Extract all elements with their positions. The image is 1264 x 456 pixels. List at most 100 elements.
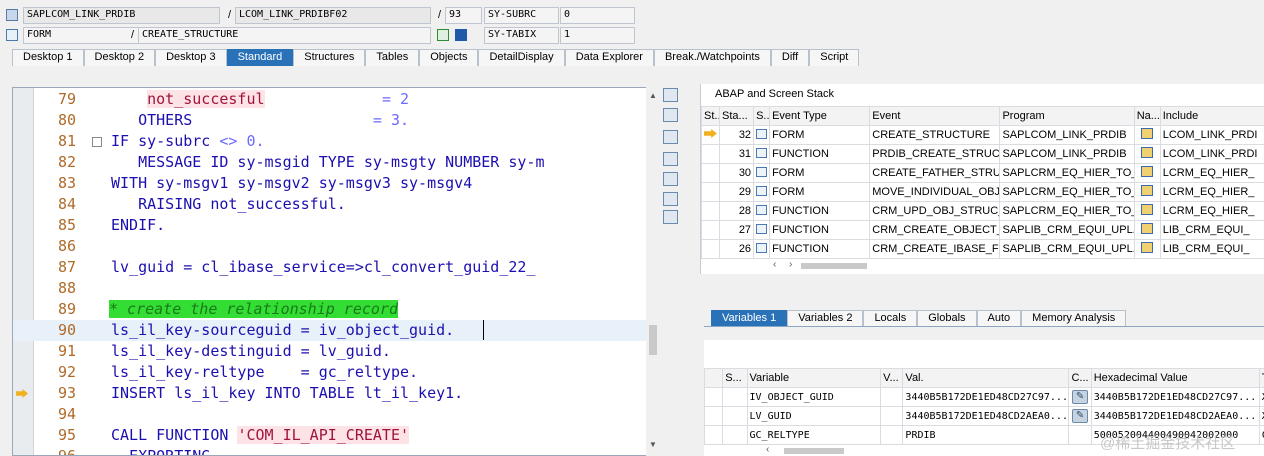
code-line[interactable]: 89 * create the relationship record — [13, 299, 649, 320]
editor-scrollbar[interactable]: ▲ ▼ — [646, 87, 660, 456]
source-nav-icon[interactable] — [1141, 223, 1154, 234]
code-text[interactable]: MESSAGE ID sy-msgid TYPE sy-msgty NUMBER… — [111, 152, 544, 173]
stack-nav-cell[interactable] — [1133, 144, 1161, 164]
stack-hscroll[interactable]: ‹ › — [771, 259, 1191, 272]
settings-tool-icon[interactable] — [663, 210, 678, 224]
maximize-tool-icon[interactable] — [663, 152, 678, 166]
edit-pencil-icon[interactable]: ✎ — [1072, 390, 1089, 404]
stack-row[interactable]: 28 FUNCTIONCRM_UPD_OBJ_STRUC_F...SAPLCRM_… — [700, 201, 1264, 221]
tab-diff[interactable]: Diff — [770, 49, 810, 66]
stack-row[interactable]: 26 FUNCTIONCRM_CREATE_IBASE_FR...SAPLIB_C… — [700, 239, 1264, 259]
code-line[interactable]: 85 ENDIF. — [13, 215, 649, 236]
var-col-header[interactable]: C... — [1068, 368, 1092, 388]
source-nav-icon[interactable] — [1141, 147, 1154, 158]
code-text[interactable]: INSERT ls_il_key INTO TABLE lt_il_key1. — [111, 383, 463, 404]
var-col-header[interactable]: V... — [880, 368, 904, 388]
source-nav-icon[interactable] — [1141, 204, 1154, 215]
source-editor[interactable]: 79 not_succesful = 2 80 OTHERS = 3. 81 IF s… — [12, 87, 660, 456]
tab-detaildisplay[interactable]: DetailDisplay — [478, 49, 565, 66]
tab-objects[interactable]: Objects — [419, 49, 479, 66]
code-text[interactable]: ls_il_key-sourceguid = iv_object_guid. — [111, 320, 454, 341]
stack-row[interactable]: 31 FUNCTIONPRDIB_CREATE_STRUCT...SAPLCOM_… — [700, 144, 1264, 164]
stack-col-header[interactable]: Event Type — [769, 106, 871, 126]
source-nav-icon[interactable] — [1141, 128, 1154, 139]
variable-row[interactable]: IV_OBJECT_GUID 3440B5B172DE1ED48CD27C97..… — [703, 387, 1264, 407]
tab-standard[interactable]: Standard — [226, 49, 294, 66]
var-name[interactable]: LV_GUID — [746, 406, 882, 426]
row-selector[interactable] — [703, 406, 724, 426]
navigate-icon[interactable] — [437, 29, 449, 41]
stack-col-header[interactable]: S... — [753, 106, 771, 126]
stack-nav-cell[interactable] — [1133, 125, 1161, 145]
stack-nav-cell[interactable] — [1133, 182, 1161, 202]
swap-tool-icon[interactable] — [663, 192, 678, 206]
stack-nav-cell[interactable] — [1133, 201, 1161, 221]
var-tab-memory-analysis[interactable]: Memory Analysis — [1021, 310, 1127, 327]
row-selector[interactable] — [703, 425, 724, 445]
var-tab-auto[interactable]: Auto — [976, 310, 1022, 327]
tab-break-watchpoints[interactable]: Break./Watchpoints — [653, 49, 771, 66]
stack-row[interactable]: 30 FORM CREATE_FATHER_STRU... SAPLCRM_EQ_HI… — [700, 163, 1264, 183]
tab-script[interactable]: Script — [809, 49, 860, 66]
stack-col-header[interactable]: Include — [1159, 106, 1264, 126]
tab-data-explorer[interactable]: Data Explorer — [564, 49, 654, 66]
code-line[interactable]: 82 MESSAGE ID sy-msgid TYPE sy-msgty NUM… — [13, 152, 649, 173]
var-value[interactable]: 3440B5B172DE1ED48CD27C97... — [902, 387, 1070, 407]
code-line[interactable]: 88 — [13, 278, 649, 299]
code-line[interactable]: 83 WITH sy-msgv1 sy-msgv2 sy-msgv3 sy-msg… — [13, 173, 649, 194]
code-line[interactable]: 90 ls_il_key-sourceguid = iv_object_guid. — [13, 320, 649, 341]
stack-col-header[interactable]: Sta... — [719, 106, 755, 126]
close-tool-icon[interactable] — [663, 88, 678, 102]
collapse-icon[interactable] — [92, 137, 102, 147]
var-tab-globals[interactable]: Globals — [917, 310, 977, 327]
code-text[interactable]: CALL FUNCTION 'COM_IL_API_CREATE' — [111, 425, 410, 446]
new-tool-icon[interactable] — [663, 108, 678, 122]
code-line[interactable]: 91 ls_il_key-destinguid = lv_guid. — [13, 341, 649, 362]
code-text[interactable]: OTHERS = 3. — [111, 110, 409, 131]
var-value[interactable]: 3440B5B172DE1ED48CD2AEA0... — [902, 406, 1070, 426]
var-col-header[interactable]: T — [1258, 368, 1264, 388]
code-text[interactable]: not_succesful = 2 — [111, 89, 409, 110]
code-line[interactable]: 79 not_succesful = 2 — [13, 89, 649, 110]
row-selector[interactable] — [703, 387, 724, 407]
var-name[interactable]: IV_OBJECT_GUID — [746, 387, 882, 407]
var-tab-variables-1[interactable]: Variables 1 — [711, 310, 788, 327]
var-tab-locals[interactable]: Locals — [863, 310, 918, 327]
var-change-cell[interactable]: ✎ — [1068, 406, 1092, 426]
info-icon[interactable] — [455, 29, 467, 41]
stack-nav-cell[interactable] — [1133, 220, 1161, 240]
stack-col-header[interactable]: St... — [700, 106, 721, 126]
code-text[interactable]: RAISING not_successful. — [111, 194, 346, 215]
scroll-thumb[interactable] — [649, 325, 657, 355]
source-nav-icon[interactable] — [1141, 185, 1154, 196]
stack-row[interactable]: 29 FORM MOVE_INDIVIDUAL_OBJ... SAPLCRM_EQ_H… — [700, 182, 1264, 202]
replace-tool-icon[interactable] — [663, 130, 678, 144]
var-col-header[interactable]: Val. — [902, 368, 1070, 388]
vars-hscroll[interactable]: ‹ — [764, 444, 1064, 456]
source-nav-icon[interactable] — [1141, 166, 1154, 177]
tab-tables[interactable]: Tables — [365, 49, 420, 66]
stack-row[interactable]: 32 FORM CREATE_STRUCTURE SAPLCOM_LINK_PRDIB… — [700, 125, 1264, 145]
code-line[interactable]: 86 — [13, 236, 649, 257]
stack-row[interactable]: 27 FUNCTIONCRM_CREATE_OBJECT_F...SAPLIB_C… — [700, 220, 1264, 240]
var-change-cell[interactable] — [1068, 425, 1092, 445]
stack-nav-cell[interactable] — [1133, 239, 1161, 259]
tab-desktop-2[interactable]: Desktop 2 — [83, 49, 156, 66]
tab-desktop-1[interactable]: Desktop 1 — [12, 49, 84, 66]
tab-desktop-3[interactable]: Desktop 3 — [155, 49, 227, 66]
code-text[interactable]: EXPORTING — [111, 446, 210, 455]
code-text[interactable]: * create the relationship record — [109, 299, 398, 320]
code-line[interactable]: 80 OTHERS = 3. — [13, 110, 649, 131]
code-text[interactable]: lv_guid = cl_ibase_service=>cl_convert_g… — [111, 257, 535, 278]
stack-col-header[interactable]: Na... — [1133, 106, 1161, 126]
code-line[interactable]: 92 ls_il_key-reltype = gc_reltype. — [13, 362, 649, 383]
var-col-header[interactable]: Variable — [746, 368, 882, 388]
var-tab-variables-2[interactable]: Variables 2 — [787, 310, 864, 327]
var-value[interactable]: PRDIB — [902, 425, 1070, 445]
code-line[interactable]: 94 — [13, 404, 649, 425]
code-line[interactable]: 87 lv_guid = cl_ibase_service=>cl_convert… — [13, 257, 649, 278]
code-line[interactable]: 96 EXPORTING — [13, 446, 649, 455]
var-col-header[interactable]: S... — [722, 368, 748, 388]
var-col-header[interactable]: Hexadecimal Value — [1090, 368, 1260, 388]
var-name[interactable]: GC_RELTYPE — [746, 425, 882, 445]
